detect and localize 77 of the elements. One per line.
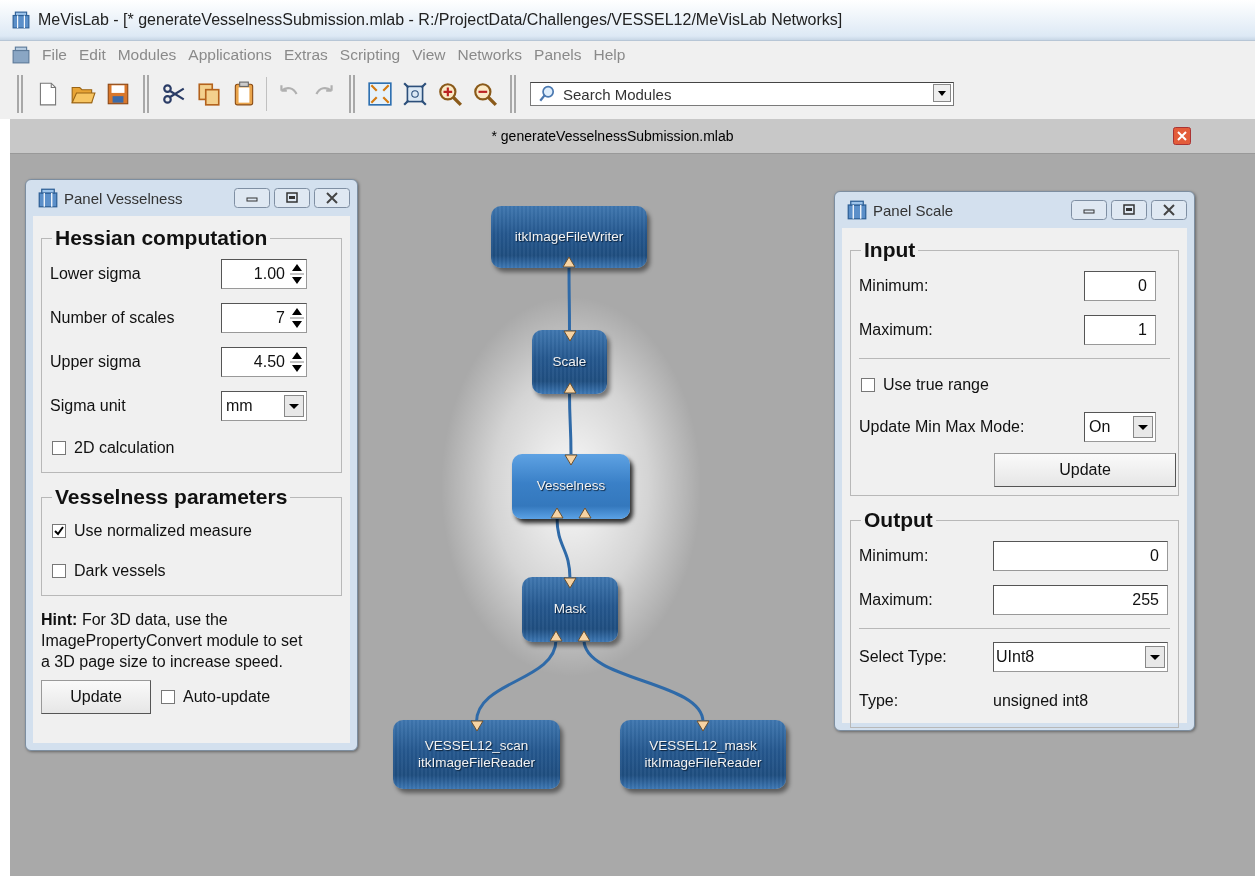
dropdown[interactable]: mm — [221, 391, 307, 421]
field-label: Upper sigma — [50, 353, 142, 371]
number-field[interactable]: 0 — [993, 541, 1168, 571]
hint-text: Hint: For 3D data, use the ImagePropertyConvert module to set a 3D page size to increase speed. — [41, 610, 304, 672]
search-field[interactable]: Search Modules — [530, 82, 954, 106]
field-label: Type: — [859, 692, 900, 710]
checkbox[interactable]: Use true range — [859, 365, 1170, 405]
module-node[interactable]: VESSEL12_scan itkImageFileReader — [393, 720, 560, 789]
port-icon[interactable] — [696, 720, 710, 732]
port-icon[interactable] — [550, 507, 564, 519]
module-node[interactable]: itkImageFileWriter — [491, 206, 647, 268]
app-icon — [847, 200, 867, 220]
field-label: Maximum: — [859, 591, 934, 609]
checkbox[interactable]: Dark vessels — [50, 551, 333, 591]
field-label: Minimum: — [859, 547, 930, 565]
port-icon[interactable] — [469, 720, 484, 732]
port-icon[interactable] — [578, 507, 592, 519]
save-icon[interactable] — [105, 81, 131, 107]
field-label: Maximum: — [859, 321, 934, 339]
dropdown[interactable]: UInt8 — [993, 642, 1168, 672]
checkmark-icon — [53, 525, 65, 537]
group-title: Vesselness parameters — [54, 485, 289, 509]
number-field[interactable]: 1 — [1084, 315, 1156, 345]
copy-icon[interactable] — [196, 81, 222, 107]
port-icon[interactable] — [563, 577, 577, 589]
app-icon — [38, 188, 58, 208]
fit-view-icon[interactable] — [367, 81, 393, 107]
close-icon[interactable] — [1151, 199, 1187, 221]
type-value: unsigned int8 — [993, 691, 1090, 711]
maximize-icon[interactable] — [274, 187, 310, 209]
port-icon[interactable] — [562, 256, 576, 268]
spin-field[interactable]: 1.00 — [221, 259, 307, 289]
zoom-out-icon[interactable] — [472, 81, 498, 107]
panel-title: Panel Vesselness — [64, 189, 184, 207]
zoom-in-icon[interactable] — [437, 81, 463, 107]
number-field[interactable]: 0 — [1084, 271, 1156, 301]
checkbox[interactable]: Auto-update — [161, 688, 271, 707]
module-node[interactable]: VESSEL12_mask itkImageFileReader — [620, 720, 786, 789]
zoom-box-icon[interactable] — [402, 81, 428, 107]
field-label: Sigma unit — [50, 397, 127, 415]
port-icon[interactable] — [577, 630, 591, 642]
panel-title: Panel Scale — [873, 201, 955, 219]
spin-field[interactable]: 4.50 — [221, 347, 307, 377]
close-icon[interactable] — [1173, 127, 1191, 145]
group-title: Hessian computation — [54, 226, 269, 250]
field-label: Minimum: — [859, 277, 930, 295]
group-title: Output — [863, 508, 934, 532]
module-node[interactable]: Mask — [522, 577, 618, 642]
app-icon — [12, 46, 30, 64]
document-tab[interactable]: * generateVesselnessSubmission.mlab — [491, 128, 734, 144]
update-button[interactable]: Update — [41, 680, 151, 715]
connection-line — [555, 516, 572, 580]
port-icon[interactable] — [549, 630, 563, 642]
field-label: Update Min Max Mode: — [859, 418, 1026, 436]
group-title: Input — [863, 238, 917, 262]
number-field[interactable]: 255 — [993, 585, 1168, 615]
connection-line — [568, 392, 573, 456]
close-icon[interactable] — [314, 187, 350, 209]
app-icon — [12, 11, 30, 29]
dropdown[interactable]: On — [1084, 412, 1156, 442]
port-icon[interactable] — [562, 330, 577, 342]
field-label: Select Type: — [859, 648, 948, 666]
module-node[interactable]: Vesselness — [512, 454, 630, 519]
checkbox[interactable]: 2D calculation — [50, 428, 333, 468]
maximize-icon[interactable] — [1111, 199, 1147, 221]
search-icon — [538, 85, 556, 103]
field-label: Lower sigma — [50, 265, 142, 283]
port-icon[interactable] — [564, 454, 578, 466]
spin-field[interactable]: 7 — [221, 303, 307, 333]
port-icon[interactable] — [562, 382, 577, 394]
window-title: MeVisLab - [* generateVesselnessSubmission.mlab - R:/ProjectData/Challenges/VESSEL12/MeVisLab Networks] — [38, 11, 843, 29]
field-label: Number of scales — [50, 309, 176, 327]
checkbox[interactable]: Use normalized measure — [50, 511, 333, 551]
update-button[interactable]: Update — [994, 453, 1176, 487]
connection-line — [567, 266, 571, 332]
module-node[interactable]: Scale — [532, 330, 607, 394]
scissors-icon[interactable] — [161, 81, 187, 107]
